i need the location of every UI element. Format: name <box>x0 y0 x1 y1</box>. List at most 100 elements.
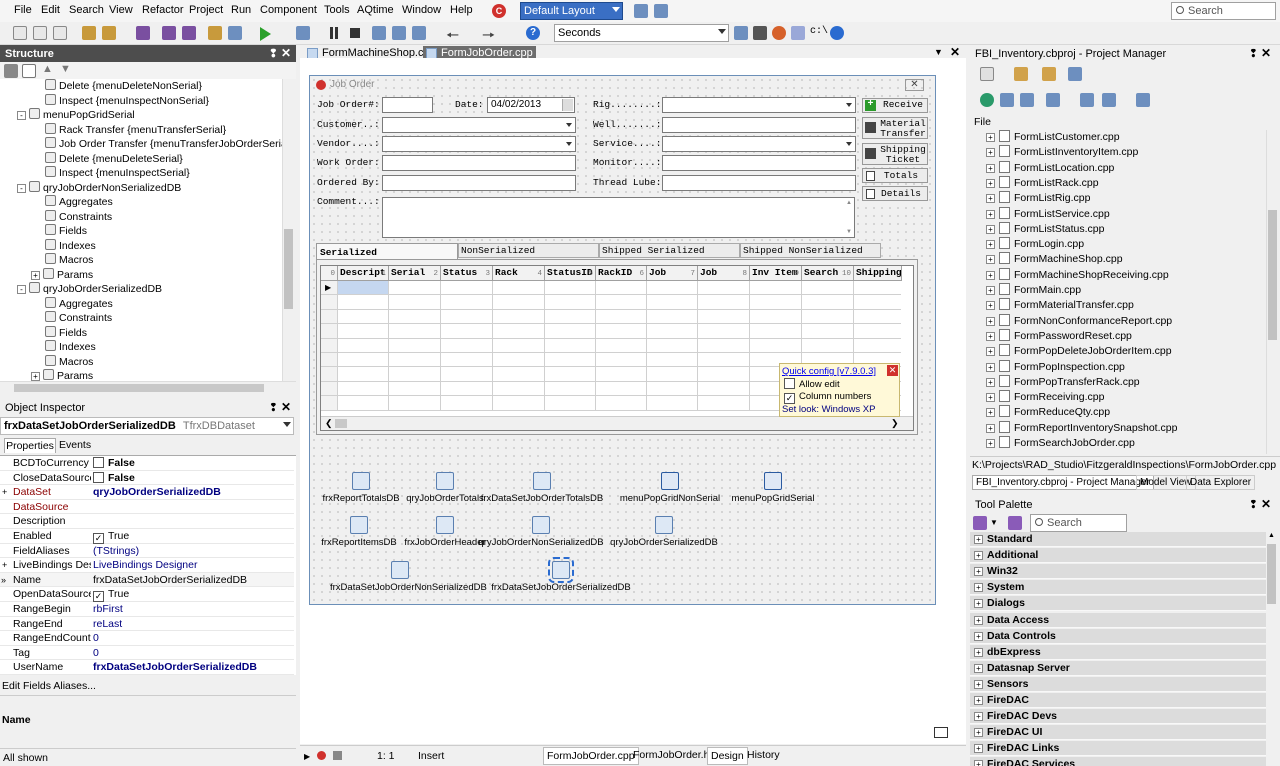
property-row[interactable]: RangeBegin rbFirst <box>0 602 294 617</box>
structure-vscroll[interactable] <box>282 79 294 381</box>
component-qryjoborderserializeddb[interactable]: qryJobOrderSerializedDB <box>594 516 734 548</box>
grid-cell[interactable] <box>389 281 441 296</box>
grid-cell[interactable] <box>647 353 698 368</box>
ordered-by-field[interactable] <box>382 175 576 191</box>
component-menupopgridserial[interactable]: menuPopGridSerial <box>703 472 843 504</box>
structure-node[interactable]: - qryJobOrderNonSerializedDB <box>17 180 181 195</box>
grid-cell[interactable] <box>493 338 545 353</box>
pm-collapse-icon[interactable] <box>1000 93 1014 107</box>
expander-icon[interactable]: + <box>986 133 995 142</box>
expander-icon[interactable]: + <box>31 372 40 381</box>
run-icon[interactable] <box>260 27 271 41</box>
grid-column-header[interactable]: Job 7 <box>647 266 698 281</box>
project-file-item[interactable]: + FormPasswordReset.cpp <box>986 328 1132 344</box>
palette-category[interactable]: + Datasnap Server <box>970 660 1276 676</box>
structure-node[interactable]: Job Order Transfer {menuTransferJobOrder… <box>45 137 282 151</box>
grid-cell[interactable] <box>389 367 441 382</box>
property-value[interactable]: 0 <box>93 647 99 659</box>
palette-category[interactable]: + Additional <box>970 548 1276 564</box>
component-frxdatasetjobordertotalsdb[interactable]: frxDataSetJobOrderTotalsDB <box>472 472 612 504</box>
grid-cell[interactable] <box>545 381 596 397</box>
project-file-item[interactable]: + FormSearchJobOrder.cpp <box>986 436 1135 451</box>
new-icon[interactable] <box>13 26 27 40</box>
project-file-item[interactable]: + FormMachineShop.cpp <box>986 252 1123 267</box>
expander-icon[interactable]: - <box>17 111 26 120</box>
expander-icon[interactable]: + <box>986 331 995 341</box>
pm-add-folder-icon[interactable] <box>1014 67 1028 81</box>
expander-icon[interactable]: + <box>986 377 995 387</box>
grid-column-header[interactable]: Status 3 <box>441 266 493 281</box>
pm-vscroll[interactable] <box>1266 130 1278 454</box>
tp-categories-icon[interactable] <box>973 516 987 530</box>
grid-row-indicator[interactable] <box>321 309 338 325</box>
structure-node[interactable]: Fields <box>45 224 87 238</box>
expander-icon[interactable]: + <box>986 224 995 234</box>
pm-new-icon[interactable] <box>980 67 994 81</box>
grid-cell[interactable] <box>389 396 441 411</box>
grid-cell[interactable] <box>750 324 802 339</box>
set-layout-icon[interactable] <box>654 4 668 18</box>
expander-icon[interactable]: + <box>986 362 995 372</box>
menu-window[interactable]: Window <box>402 4 441 16</box>
palette-category[interactable]: + Data Access <box>970 612 1276 628</box>
tab-shipped-serialized[interactable]: Shipped Serialized <box>599 243 740 258</box>
expander-icon[interactable]: + <box>974 599 983 609</box>
property-row[interactable]: RangeEndCount 0 <box>0 631 294 646</box>
structure-node[interactable]: Delete {menuDeleteNonSerial} <box>45 79 202 93</box>
property-row[interactable]: » Name frxDataSetJobOrderSerializedDB <box>0 572 294 588</box>
run-without-debug-icon[interactable] <box>296 26 310 40</box>
grid-column-header[interactable]: Serial 2 <box>389 266 441 281</box>
expander-icon[interactable]: - <box>17 183 26 193</box>
form-close-icon[interactable]: ✕ <box>905 79 924 91</box>
structure-node[interactable]: Rack Transfer {menuTransferSerial} <box>45 122 226 137</box>
grid-cell[interactable] <box>647 295 698 310</box>
structure-node[interactable]: Macros <box>45 253 93 267</box>
menu-run[interactable]: Run <box>231 4 251 16</box>
project-tree[interactable]: + FormListCustomer.cpp + FormListInventoryI… <box>970 130 1264 454</box>
grid-cell[interactable] <box>338 309 389 325</box>
pm-view-icon[interactable] <box>1068 67 1082 81</box>
structure-node[interactable]: - qryJobOrderSerializedDB <box>17 282 162 296</box>
oi-close-icon[interactable]: ✕ <box>281 400 291 414</box>
structure-expand-icon[interactable] <box>22 64 36 78</box>
property-row[interactable]: Tag 0 <box>0 646 294 661</box>
palette-category[interactable]: + Dialogs <box>970 596 1276 612</box>
grid-cell[interactable] <box>596 281 647 296</box>
layout-combo[interactable]: Default Layout <box>520 2 623 20</box>
expander-icon[interactable]: + <box>986 148 995 158</box>
grid-cell[interactable] <box>854 339 901 353</box>
stop-macro-icon[interactable] <box>333 751 342 760</box>
grid-column-header[interactable]: Shipping <box>854 266 902 281</box>
project-file-item[interactable]: + FormListInventoryItem.cpp <box>986 145 1138 160</box>
menu-component[interactable]: Component <box>260 4 317 16</box>
property-row[interactable]: FieldAliases (TStrings) <box>0 544 294 559</box>
allow-edit-checkbox[interactable] <box>784 378 795 389</box>
grid-cell[interactable] <box>750 281 802 296</box>
grid-cell[interactable] <box>545 295 596 310</box>
property-value[interactable]: False <box>108 472 135 484</box>
trace-into-icon[interactable] <box>372 26 386 40</box>
run-to-cursor-icon[interactable] <box>412 26 426 40</box>
grid-cell[interactable] <box>854 324 901 339</box>
memo-scroll-up-icon[interactable]: ▲ <box>846 200 852 206</box>
project-file-item[interactable]: + FormReportInventorySnapshot.cpp <box>986 420 1177 436</box>
rig-combo[interactable] <box>662 97 856 113</box>
bottom-tab-cpp[interactable]: FormJobOrder.cpp <box>543 747 639 765</box>
palette-category[interactable]: + Win32 <box>970 564 1276 580</box>
grid-row-indicator[interactable] <box>321 338 338 353</box>
open-folder-icon[interactable] <box>208 26 222 40</box>
grid-cell[interactable] <box>545 309 596 325</box>
palette-category[interactable]: + System <box>970 580 1276 596</box>
expander-icon[interactable]: + <box>974 551 983 561</box>
grid-cell[interactable] <box>493 396 545 411</box>
expander-icon[interactable]: + <box>974 760 983 766</box>
project-file-item[interactable]: + FormLogin.cpp <box>986 237 1084 252</box>
property-value[interactable]: frxDataSetJobOrderSerializedDB <box>93 661 257 673</box>
date-picker[interactable]: 04/02/2013 <box>487 97 575 113</box>
grid-cell[interactable] <box>647 281 698 296</box>
expander-icon[interactable]: + <box>974 583 983 593</box>
structure-node[interactable]: Fields <box>45 325 87 340</box>
property-value[interactable]: LiveBindings Designer <box>93 559 197 571</box>
property-expander-icon[interactable]: + <box>2 558 7 572</box>
up-arrow-icon[interactable]: ▲ <box>42 63 53 75</box>
